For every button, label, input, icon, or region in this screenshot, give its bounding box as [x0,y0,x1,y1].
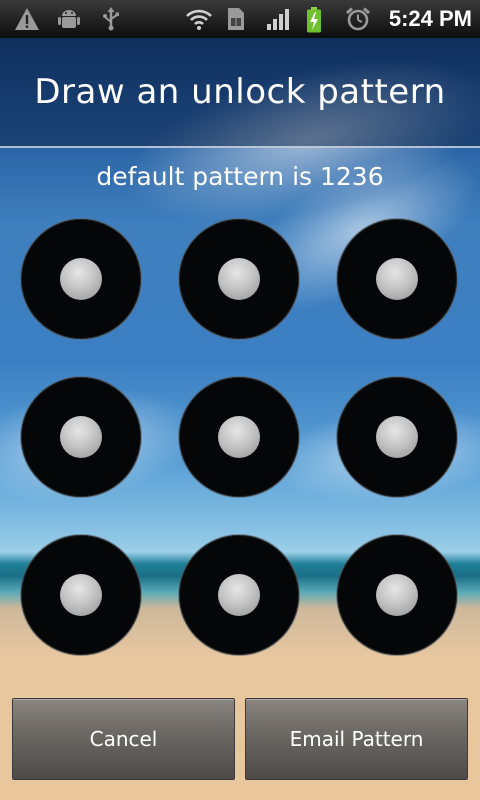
warning-icon [14,6,40,32]
pattern-node-5[interactable] [179,377,299,497]
pattern-dot [376,416,418,458]
pattern-dot [218,416,260,458]
pattern-node-2[interactable] [179,219,299,339]
alarm-clock-icon [345,6,371,32]
usb-icon [98,6,124,32]
pattern-dot [376,574,418,616]
title-bar: Draw an unlock pattern [0,38,480,148]
pattern-node-6[interactable] [337,377,457,497]
signal-icon [265,6,291,32]
android-debug-icon [56,6,82,32]
pattern-dot [218,574,260,616]
pattern-dot [376,258,418,300]
pattern-dot [60,258,102,300]
pattern-node-4[interactable] [21,377,141,497]
status-clock: 5:24 PM [388,6,472,31]
pattern-node-7[interactable] [21,535,141,655]
page-title: Draw an unlock pattern [34,72,446,112]
status-bar: 5:24 PM [0,0,480,38]
battery-charging-icon [305,6,331,33]
pattern-node-8[interactable] [179,535,299,655]
wifi-icon [185,6,212,32]
pattern-node-9[interactable] [337,535,457,655]
button-bar: Cancel Email Pattern [12,698,468,780]
sim-card-icon [225,6,251,32]
pattern-dot [60,416,102,458]
cancel-button[interactable]: Cancel [12,698,235,780]
pattern-node-3[interactable] [337,219,457,339]
pattern-grid [21,219,459,657]
pattern-node-1[interactable] [21,219,141,339]
pattern-dot [60,574,102,616]
email-pattern-button[interactable]: Email Pattern [245,698,468,780]
pattern-dot [218,258,260,300]
lock-pattern-screen: 5:24 PM Draw an unlock pattern default p… [0,0,480,800]
pattern-hint: default pattern is 1236 [96,162,384,191]
